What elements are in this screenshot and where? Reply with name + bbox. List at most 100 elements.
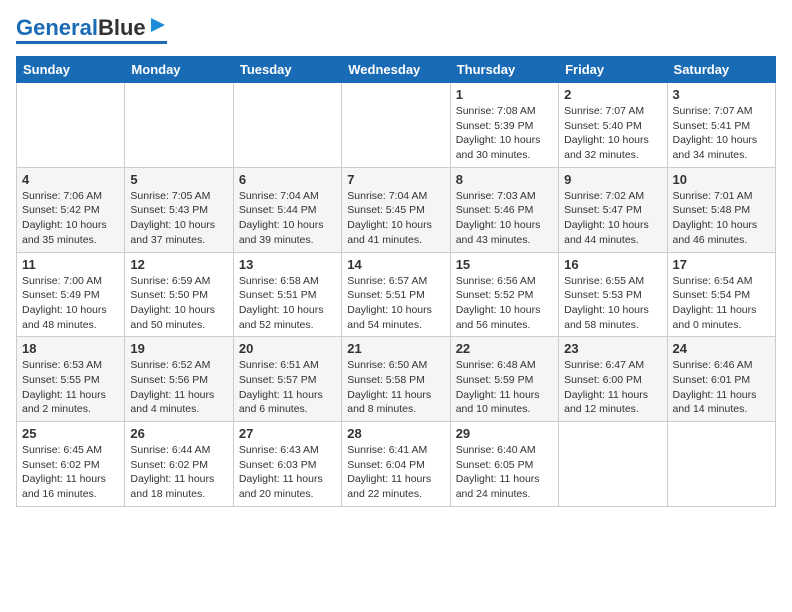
day-info: Sunrise: 7:04 AM Sunset: 5:45 PM Dayligh… — [347, 189, 444, 248]
calendar-cell: 2 Sunrise: 7:07 AM Sunset: 5:40 PM Daylig… — [559, 83, 667, 168]
day-number: 20 — [239, 341, 336, 356]
calendar-cell: 24Sunrise: 6:46 AM Sunset: 6:01 PM Dayli… — [667, 337, 775, 422]
page-header: GeneralBlue — [16, 16, 776, 44]
logo: GeneralBlue — [16, 16, 167, 44]
day-number: 17 — [673, 257, 770, 272]
day-number: 7 — [347, 172, 444, 187]
day-number: 21 — [347, 341, 444, 356]
weekday-header: Monday — [125, 57, 233, 83]
calendar-cell: 11 Sunrise: 7:00 AM Sunset: 5:49 PM Dayli… — [17, 252, 125, 337]
weekday-header: Tuesday — [233, 57, 341, 83]
day-info: Sunrise: 7:07 AM Sunset: 5:40 PM Dayligh… — [564, 104, 661, 163]
day-number: 4 — [22, 172, 119, 187]
day-number: 22 — [456, 341, 553, 356]
calendar-cell: 16Sunrise: 6:55 AM Sunset: 5:53 PM Dayli… — [559, 252, 667, 337]
calendar-cell: 25Sunrise: 6:45 AM Sunset: 6:02 PM Dayli… — [17, 422, 125, 507]
day-info: Sunrise: 6:40 AM Sunset: 6:05 PM Dayligh… — [456, 443, 553, 502]
calendar-cell: 17 Sunrise: 6:54 AM Sunset: 5:54 PM Dayli… — [667, 252, 775, 337]
day-info: Sunrise: 6:53 AM Sunset: 5:55 PM Dayligh… — [22, 358, 119, 417]
calendar-cell — [559, 422, 667, 507]
day-info: Sunrise: 6:48 AM Sunset: 5:59 PM Dayligh… — [456, 358, 553, 417]
calendar-cell: 10 Sunrise: 7:01 AM Sunset: 5:48 PM Dayli… — [667, 167, 775, 252]
calendar-cell: 15 Sunrise: 6:56 AM Sunset: 5:52 PM Dayli… — [450, 252, 558, 337]
day-info: Sunrise: 6:55 AM Sunset: 5:53 PM Dayligh… — [564, 274, 661, 333]
day-number: 10 — [673, 172, 770, 187]
calendar-cell: 5 Sunrise: 7:05 AM Sunset: 5:43 PM Daylig… — [125, 167, 233, 252]
calendar-body: 1Sunrise: 7:08 AM Sunset: 5:39 PM Daylig… — [17, 83, 776, 507]
day-info: Sunrise: 6:54 AM Sunset: 5:54 PM Dayligh… — [673, 274, 770, 333]
logo-blue-text: Blue — [98, 15, 146, 40]
calendar-cell — [667, 422, 775, 507]
calendar-cell: 20 Sunrise: 6:51 AM Sunset: 5:57 PM Dayli… — [233, 337, 341, 422]
day-info: Sunrise: 6:50 AM Sunset: 5:58 PM Dayligh… — [347, 358, 444, 417]
calendar-cell: 22 Sunrise: 6:48 AM Sunset: 5:59 PM Dayli… — [450, 337, 558, 422]
day-number: 27 — [239, 426, 336, 441]
day-info: Sunrise: 7:07 AM Sunset: 5:41 PM Dayligh… — [673, 104, 770, 163]
calendar-cell: 14 Sunrise: 6:57 AM Sunset: 5:51 PM Dayli… — [342, 252, 450, 337]
calendar-cell: 28Sunrise: 6:41 AM Sunset: 6:04 PM Dayli… — [342, 422, 450, 507]
logo-text: GeneralBlue — [16, 17, 146, 39]
calendar-cell: 29 Sunrise: 6:40 AM Sunset: 6:05 PM Dayli… — [450, 422, 558, 507]
weekday-header: Thursday — [450, 57, 558, 83]
day-info: Sunrise: 7:08 AM Sunset: 5:39 PM Dayligh… — [456, 104, 553, 163]
calendar-cell: 18 Sunrise: 6:53 AM Sunset: 5:55 PM Dayli… — [17, 337, 125, 422]
day-number: 23 — [564, 341, 661, 356]
day-number: 6 — [239, 172, 336, 187]
calendar-cell: 12 Sunrise: 6:59 AM Sunset: 5:50 PM Dayli… — [125, 252, 233, 337]
calendar-cell — [17, 83, 125, 168]
day-info: Sunrise: 6:47 AM Sunset: 6:00 PM Dayligh… — [564, 358, 661, 417]
day-info: Sunrise: 6:56 AM Sunset: 5:52 PM Dayligh… — [456, 274, 553, 333]
day-number: 2 — [564, 87, 661, 102]
calendar-cell: 3Sunrise: 7:07 AM Sunset: 5:41 PM Daylig… — [667, 83, 775, 168]
day-number: 18 — [22, 341, 119, 356]
day-number: 14 — [347, 257, 444, 272]
weekday-header: Wednesday — [342, 57, 450, 83]
day-info: Sunrise: 6:51 AM Sunset: 5:57 PM Dayligh… — [239, 358, 336, 417]
day-number: 12 — [130, 257, 227, 272]
day-number: 15 — [456, 257, 553, 272]
day-number: 29 — [456, 426, 553, 441]
day-number: 26 — [130, 426, 227, 441]
logo-general: General — [16, 15, 98, 40]
day-info: Sunrise: 7:00 AM Sunset: 5:49 PM Dayligh… — [22, 274, 119, 333]
day-number: 11 — [22, 257, 119, 272]
day-info: Sunrise: 6:45 AM Sunset: 6:02 PM Dayligh… — [22, 443, 119, 502]
calendar-header: SundayMondayTuesdayWednesdayThursdayFrid… — [17, 57, 776, 83]
day-info: Sunrise: 7:03 AM Sunset: 5:46 PM Dayligh… — [456, 189, 553, 248]
calendar-week-row: 4 Sunrise: 7:06 AM Sunset: 5:42 PM Daylig… — [17, 167, 776, 252]
calendar-cell: 4 Sunrise: 7:06 AM Sunset: 5:42 PM Daylig… — [17, 167, 125, 252]
day-info: Sunrise: 7:05 AM Sunset: 5:43 PM Dayligh… — [130, 189, 227, 248]
weekday-row: SundayMondayTuesdayWednesdayThursdayFrid… — [17, 57, 776, 83]
calendar-cell: 27 Sunrise: 6:43 AM Sunset: 6:03 PM Dayli… — [233, 422, 341, 507]
calendar-cell — [125, 83, 233, 168]
day-number: 13 — [239, 257, 336, 272]
day-number: 8 — [456, 172, 553, 187]
day-info: Sunrise: 7:01 AM Sunset: 5:48 PM Dayligh… — [673, 189, 770, 248]
calendar-cell: 13 Sunrise: 6:58 AM Sunset: 5:51 PM Dayli… — [233, 252, 341, 337]
calendar-week-row: 18 Sunrise: 6:53 AM Sunset: 5:55 PM Dayli… — [17, 337, 776, 422]
day-number: 19 — [130, 341, 227, 356]
calendar-cell: 6Sunrise: 7:04 AM Sunset: 5:44 PM Daylig… — [233, 167, 341, 252]
weekday-header: Friday — [559, 57, 667, 83]
day-info: Sunrise: 6:43 AM Sunset: 6:03 PM Dayligh… — [239, 443, 336, 502]
day-info: Sunrise: 6:44 AM Sunset: 6:02 PM Dayligh… — [130, 443, 227, 502]
calendar-cell: 23 Sunrise: 6:47 AM Sunset: 6:00 PM Dayli… — [559, 337, 667, 422]
calendar-cell: 1Sunrise: 7:08 AM Sunset: 5:39 PM Daylig… — [450, 83, 558, 168]
calendar-cell — [233, 83, 341, 168]
calendar-cell: 8 Sunrise: 7:03 AM Sunset: 5:46 PM Daylig… — [450, 167, 558, 252]
day-info: Sunrise: 7:06 AM Sunset: 5:42 PM Dayligh… — [22, 189, 119, 248]
day-info: Sunrise: 6:46 AM Sunset: 6:01 PM Dayligh… — [673, 358, 770, 417]
calendar-cell: 9 Sunrise: 7:02 AM Sunset: 5:47 PM Daylig… — [559, 167, 667, 252]
calendar-cell: 7 Sunrise: 7:04 AM Sunset: 5:45 PM Daylig… — [342, 167, 450, 252]
day-info: Sunrise: 7:02 AM Sunset: 5:47 PM Dayligh… — [564, 189, 661, 248]
day-info: Sunrise: 6:58 AM Sunset: 5:51 PM Dayligh… — [239, 274, 336, 333]
calendar-table: SundayMondayTuesdayWednesdayThursdayFrid… — [16, 56, 776, 507]
calendar-week-row: 1Sunrise: 7:08 AM Sunset: 5:39 PM Daylig… — [17, 83, 776, 168]
day-info: Sunrise: 6:59 AM Sunset: 5:50 PM Dayligh… — [130, 274, 227, 333]
calendar-cell: 19Sunrise: 6:52 AM Sunset: 5:56 PM Dayli… — [125, 337, 233, 422]
day-info: Sunrise: 6:57 AM Sunset: 5:51 PM Dayligh… — [347, 274, 444, 333]
day-number: 9 — [564, 172, 661, 187]
day-number: 5 — [130, 172, 227, 187]
calendar-cell — [342, 83, 450, 168]
weekday-header: Sunday — [17, 57, 125, 83]
